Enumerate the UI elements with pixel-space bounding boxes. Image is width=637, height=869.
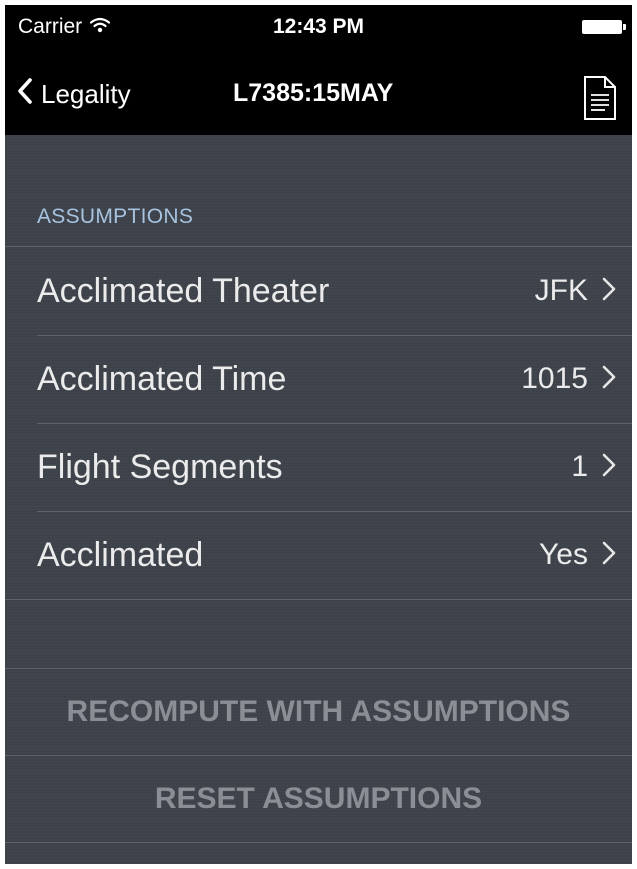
section-header-assumptions: ASSUMPTIONS [37, 205, 194, 228]
battery-icon [582, 20, 626, 34]
page-title: L7385:15MAY [233, 79, 394, 107]
recompute-with-assumptions-button[interactable]: RECOMPUTE WITH ASSUMPTIONS [5, 669, 632, 755]
document-icon [582, 76, 618, 125]
row-value: Yes [539, 538, 588, 571]
back-button[interactable]: Legality [17, 77, 131, 112]
chevron-right-icon [602, 541, 616, 570]
status-time: 12:43 PM [272, 15, 365, 38]
chevron-right-icon [602, 277, 616, 306]
row-label: Acclimated [37, 535, 204, 574]
back-button-label: Legality [41, 79, 131, 109]
status-bar: Carrier 12:43 PM [5, 5, 632, 51]
row-value: 1 [571, 450, 588, 483]
row-label: Acclimated Time [37, 359, 287, 398]
chevron-right-icon [602, 453, 616, 482]
app-screen: Carrier 12:43 PM Legality L7385:15MAY AS… [5, 5, 632, 864]
row-label: Flight Segments [37, 447, 283, 486]
row-label: Acclimated Theater [37, 271, 330, 310]
chevron-left-icon [17, 77, 33, 112]
row-acclimated-theater[interactable]: Acclimated Theater JFK [37, 247, 632, 335]
row-acclimated-time[interactable]: Acclimated Time 1015 [37, 335, 632, 423]
divider [5, 842, 632, 843]
row-acclimated[interactable]: Acclimated Yes [37, 511, 632, 599]
row-flight-segments[interactable]: Flight Segments 1 [37, 423, 632, 511]
row-value: JFK [534, 274, 588, 307]
navigation-bar: Legality L7385:15MAY [5, 51, 632, 135]
reset-assumptions-button[interactable]: RESET ASSUMPTIONS [5, 756, 632, 842]
document-button[interactable] [582, 75, 618, 121]
row-value: 1015 [521, 362, 588, 395]
chevron-right-icon [602, 365, 616, 394]
divider [5, 599, 632, 600]
